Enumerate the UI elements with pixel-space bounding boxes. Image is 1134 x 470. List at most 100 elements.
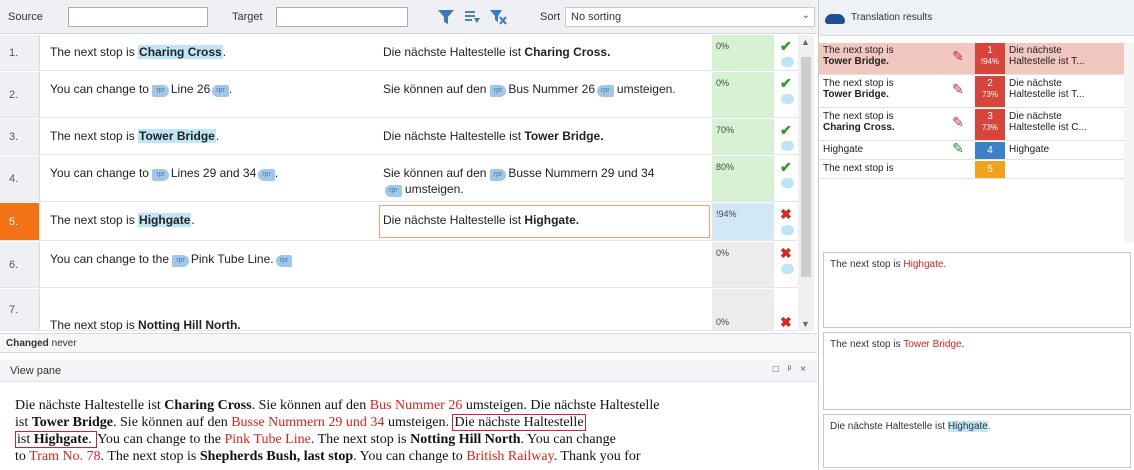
match-percentage: 0% [712, 35, 774, 70]
tm-pen-icon: ✎ [952, 81, 964, 97]
segment-row[interactable]: 4. You can change to rpr Lines 29 and 34 r… [0, 156, 798, 202]
target-cell-editor[interactable]: Die nächste Haltestelle ist Highgate. [377, 203, 712, 240]
translation-results-list: The next stop is Tower Bridge. ✎ 1 !94% Di… [819, 43, 1134, 243]
tag-open-icon: rpr [489, 85, 507, 97]
highlighted-term: Charing Cross [138, 45, 223, 59]
source-text: You can change to [50, 166, 153, 180]
view-current-segment[interactable]: ist Highgate. [15, 431, 98, 448]
tag-open-icon: rpr [152, 85, 169, 97]
status-cell[interactable]: ✔ [776, 156, 798, 201]
confirmed-check-icon[interactable]: ✔ [780, 160, 792, 174]
scroll-down-icon[interactable]: ▼ [801, 319, 810, 329]
scrollbar-thumb[interactable] [801, 57, 811, 277]
view-red-text: Bus Nummer 26 [369, 398, 463, 413]
target-text: Busse Nummern 29 und 34 [508, 166, 655, 180]
source-filter-input[interactable] [68, 7, 208, 27]
comment-bubble-icon[interactable] [781, 178, 794, 188]
view-pane-header: View pane □ ᵖ × [0, 360, 817, 382]
preview-diff-text: Tower Bridge [903, 339, 962, 350]
status-cell[interactable]: ✔ [776, 119, 798, 154]
target-edit-box[interactable] [379, 205, 710, 238]
translation-results-header: Translation results [819, 0, 1134, 36]
advanced-filter-icon[interactable] [462, 7, 482, 27]
comment-bubble-icon[interactable] [781, 225, 794, 235]
translation-result-item[interactable]: The next stop is 5 [819, 161, 1124, 179]
view-text: ist [17, 432, 34, 447]
segment-row-active[interactable]: 5. The next stop is Highgate. Die nächst… [0, 203, 798, 241]
confirmed-check-icon[interactable]: ✔ [780, 76, 792, 90]
view-bold-text: Charing Cross [164, 398, 252, 413]
result-source-text: Highgate [823, 144, 864, 155]
target-cell[interactable]: Sie können auf den rpr Bus Nummer 26 rpr u… [377, 72, 712, 117]
view-text: . Thank you for [553, 449, 641, 464]
unconfirmed-x-icon[interactable]: ✖ [780, 246, 792, 260]
comment-bubble-icon[interactable] [781, 264, 794, 274]
result-rank-number: 4 [987, 145, 993, 156]
pane-controls[interactable]: □ ᵖ × [773, 364, 809, 375]
result-source-bold: Tower Bridge. [823, 89, 889, 100]
highlighted-term: Highgate [138, 213, 192, 227]
source-text: . [191, 213, 195, 227]
results-scrollbar[interactable] [1124, 43, 1134, 243]
result-target-text: Die nächste [1009, 45, 1062, 56]
filter-icon[interactable] [436, 7, 456, 27]
tm-pen-icon: ✎ [952, 48, 964, 64]
target-cell[interactable] [377, 289, 712, 330]
tag-open-icon: rpr [172, 255, 189, 267]
target-text: Bus Nummer 26 [508, 82, 596, 96]
grid-scrollbar[interactable]: ▲ ▼ [798, 35, 814, 331]
result-percentage: !94% [980, 57, 1000, 66]
target-cell[interactable]: Die nächste Haltestelle ist Charing Cros… [377, 35, 712, 70]
target-cell[interactable] [377, 242, 712, 287]
result-source: The next stop is Tower Bridge. [823, 45, 941, 67]
row-number: 5. [0, 203, 40, 240]
comment-bubble-icon[interactable] [781, 57, 794, 67]
unconfirmed-x-icon[interactable]: ✖ [780, 207, 792, 221]
segment-row[interactable]: 6. You can change to the rpr Pink Tube Li… [0, 242, 798, 288]
tag-open-icon: rpr [152, 169, 169, 181]
confirmed-check-icon[interactable]: ✔ [780, 123, 792, 137]
view-current-segment[interactable]: Die nächste Haltestelle [452, 414, 586, 431]
translation-result-item[interactable]: The next stop is Tower Bridge. ✎ 2 73% Die… [819, 76, 1124, 108]
target-cell[interactable]: Sie können auf den rpr Busse Nummern 29 u… [377, 156, 712, 201]
view-text: . Sie können auf den [113, 415, 232, 430]
translation-result-item[interactable]: The next stop is Tower Bridge. ✎ 1 !94% Di… [819, 43, 1124, 75]
result-percentage: 73% [981, 90, 998, 99]
status-cell[interactable]: ✔ [776, 72, 798, 117]
target-text: umsteigen. [613, 82, 676, 96]
match-percentage: 80% [712, 156, 774, 201]
filter-bar: Source Target Sort No sorting ⌄ [0, 0, 817, 34]
status-cell[interactable]: ✔ [776, 35, 798, 70]
status-cell[interactable]: ✖ [776, 289, 798, 330]
view-text: . You can change to [353, 449, 467, 464]
tag-open-icon: rpr [489, 169, 507, 181]
result-source-bold: Tower Bridge. [823, 56, 889, 67]
target-filter-input[interactable] [276, 7, 408, 27]
scroll-up-icon[interactable]: ▲ [801, 37, 810, 47]
tag-close-icon: rpr [258, 169, 275, 181]
translation-result-item[interactable]: Highgate ✎ 4 Highgate [819, 141, 1124, 160]
target-bold-text: Charing Cross. [524, 45, 611, 59]
status-cell[interactable]: ✖ [776, 203, 798, 240]
unconfirmed-x-icon[interactable]: ✖ [780, 315, 792, 329]
result-rank-number: 3 [987, 111, 993, 122]
result-rank: 1 !94% [975, 43, 1005, 74]
comment-bubble-icon[interactable] [781, 141, 794, 151]
status-cell[interactable]: ✖ [776, 242, 798, 287]
segment-row[interactable]: 2. You can change to rpr Line 26 rpr. Sie … [0, 72, 798, 118]
segment-row[interactable]: 1. The next stop is Charing Cross. Die n… [0, 35, 798, 71]
target-text: umsteigen. [401, 182, 464, 196]
sort-dropdown[interactable]: No sorting ⌄ [565, 7, 815, 27]
translation-result-item[interactable]: The next stop is Charing Cross. ✎ 3 73% Di… [819, 109, 1124, 141]
segment-row[interactable]: 3. The next stop is Tower Bridge. Die nä… [0, 119, 798, 155]
view-red-text: British Railway [466, 449, 554, 464]
app-logo-icon [825, 14, 845, 24]
segment-row[interactable]: 7. The next stop is Notting Hill North. … [0, 289, 798, 331]
source-bold-text: Notting Hill North. [138, 318, 241, 331]
view-pane-title: View pane [10, 365, 62, 377]
source-cell: You can change to the rpr Pink Tube Line.… [40, 242, 377, 287]
clear-filter-icon[interactable] [488, 7, 508, 27]
comment-bubble-icon[interactable] [781, 94, 794, 104]
confirmed-check-icon[interactable]: ✔ [780, 39, 792, 53]
target-cell[interactable]: Die nächste Haltestelle ist Tower Bridge… [377, 119, 712, 154]
